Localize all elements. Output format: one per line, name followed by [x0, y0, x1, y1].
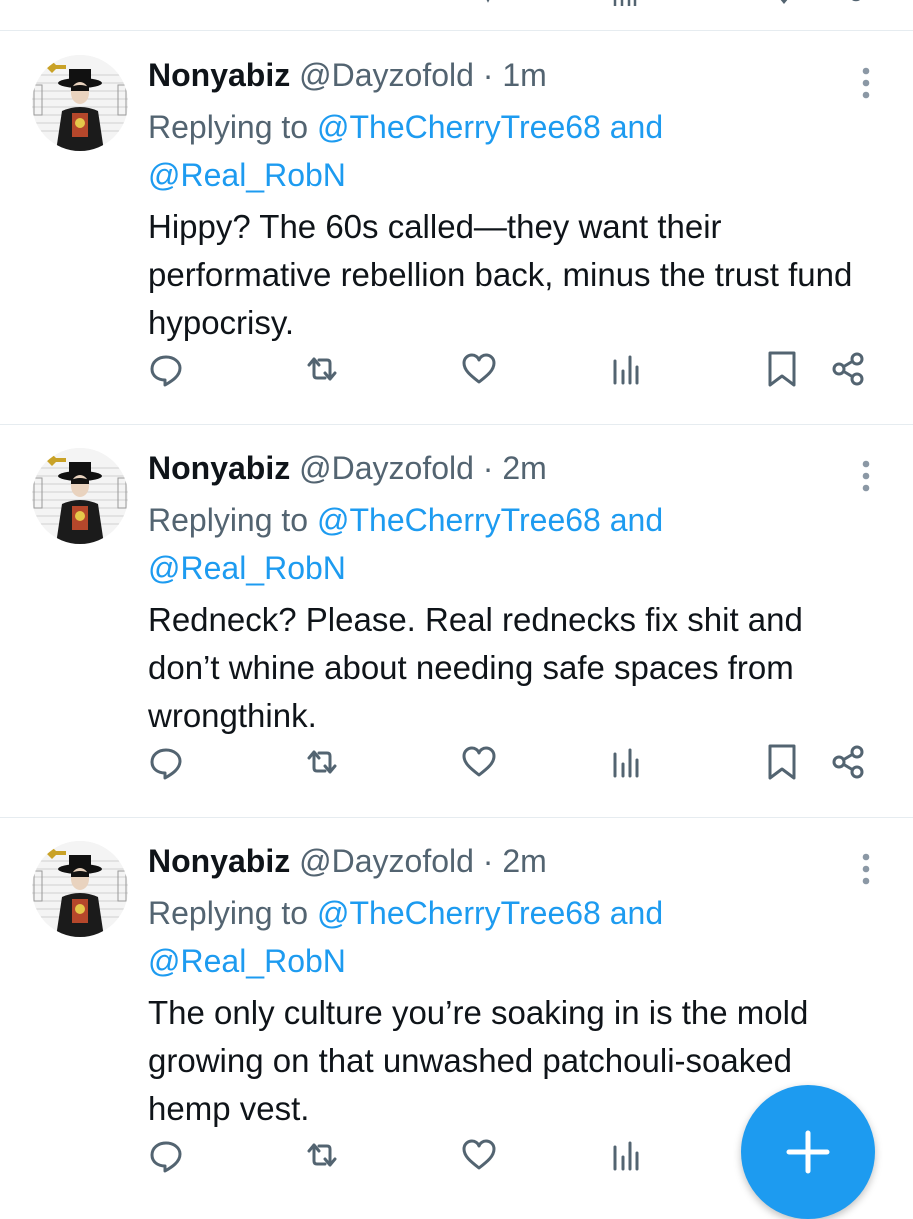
- tweet-text: Redneck? Please. Real rednecks fix shit …: [148, 601, 803, 734]
- tweet-text: Hippy? The 60s called—they want their pe…: [148, 208, 853, 341]
- avatar-image: [32, 841, 128, 937]
- timestamp[interactable]: 1m: [502, 57, 546, 93]
- mention-link[interactable]: @TheCherryTree68: [317, 109, 601, 145]
- avatar-image: [32, 55, 128, 151]
- more-vertical-icon[interactable]: [852, 456, 880, 496]
- tweet-header: Nonyabiz @Dayzofold · 1m: [148, 53, 547, 97]
- avatar[interactable]: [32, 448, 128, 544]
- share-icon[interactable]: [826, 347, 870, 391]
- bookmark-icon[interactable]: [770, 0, 798, 16]
- tweet[interactable]: Nonyabiz @Dayzofold · 1m Replying to @Th…: [0, 31, 913, 425]
- bookmark-icon[interactable]: [760, 740, 804, 784]
- timestamp[interactable]: 2m: [502, 843, 546, 879]
- replying-to: Replying to @TheCherryTree68 and @Real_R…: [148, 496, 808, 592]
- action-bar: [0, 347, 913, 391]
- views-icon[interactable]: [612, 0, 638, 16]
- author-handle[interactable]: @Dayzofold: [299, 57, 474, 93]
- tweet-header: Nonyabiz @Dayzofold · 2m: [148, 839, 547, 883]
- plus-icon: [786, 1130, 830, 1174]
- avatar[interactable]: [32, 841, 128, 937]
- heart-icon[interactable]: [457, 1133, 501, 1177]
- replying-to: Replying to @TheCherryTree68 and @Real_R…: [148, 103, 808, 199]
- replying-to: Replying to @TheCherryTree68 and @Real_R…: [148, 889, 808, 985]
- views-icon[interactable]: [604, 740, 648, 784]
- previous-tweet-action-bar: [0, 0, 913, 31]
- author-handle[interactable]: @Dayzofold: [299, 450, 474, 486]
- and-word: and: [609, 109, 664, 145]
- bookmark-icon[interactable]: [760, 347, 804, 391]
- separator-dot: ·: [482, 450, 494, 486]
- share-icon[interactable]: [846, 0, 866, 16]
- reply-icon[interactable]: [144, 740, 188, 784]
- reply-icon[interactable]: [144, 1133, 188, 1177]
- separator-dot: ·: [482, 843, 494, 879]
- replying-prefix: Replying to: [148, 109, 309, 145]
- avatar[interactable]: [32, 55, 128, 151]
- author-name[interactable]: Nonyabiz: [148, 450, 290, 486]
- mention-link[interactable]: @Real_RobN: [148, 157, 346, 193]
- retweet-icon[interactable]: [478, 0, 498, 16]
- more-vertical-icon[interactable]: [852, 849, 880, 889]
- action-bar: [0, 740, 913, 784]
- and-word: and: [609, 502, 664, 538]
- mention-link[interactable]: @Real_RobN: [148, 943, 346, 979]
- retweet-icon[interactable]: [300, 347, 344, 391]
- retweet-icon[interactable]: [300, 740, 344, 784]
- author-name[interactable]: Nonyabiz: [148, 843, 290, 879]
- mention-link[interactable]: @TheCherryTree68: [317, 502, 601, 538]
- timestamp[interactable]: 2m: [502, 450, 546, 486]
- avatar-image: [32, 448, 128, 544]
- heart-icon[interactable]: [457, 347, 501, 391]
- tweet[interactable]: Nonyabiz @Dayzofold · 2m Replying to @Th…: [0, 424, 913, 818]
- separator-dot: ·: [482, 57, 494, 93]
- mention-link[interactable]: @Real_RobN: [148, 550, 346, 586]
- more-vertical-icon[interactable]: [852, 63, 880, 103]
- tweet-header: Nonyabiz @Dayzofold · 2m: [148, 446, 547, 490]
- author-name[interactable]: Nonyabiz: [148, 57, 290, 93]
- heart-icon[interactable]: [457, 740, 501, 784]
- mention-link[interactable]: @TheCherryTree68: [317, 895, 601, 931]
- reply-icon[interactable]: [144, 347, 188, 391]
- and-word: and: [609, 895, 664, 931]
- replying-prefix: Replying to: [148, 502, 309, 538]
- author-handle[interactable]: @Dayzofold: [299, 843, 474, 879]
- views-icon[interactable]: [604, 347, 648, 391]
- share-icon[interactable]: [826, 740, 870, 784]
- compose-button[interactable]: [741, 1085, 875, 1219]
- retweet-icon[interactable]: [300, 1133, 344, 1177]
- views-icon[interactable]: [604, 1133, 648, 1177]
- replying-prefix: Replying to: [148, 895, 309, 931]
